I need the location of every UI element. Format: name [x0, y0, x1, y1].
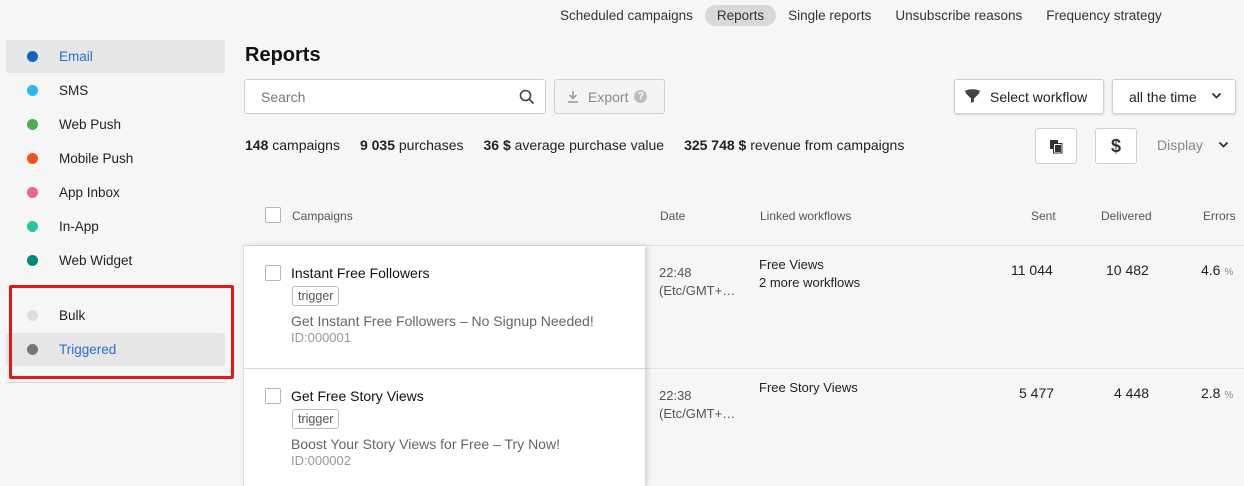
column-header-campaigns[interactable]: Campaigns — [292, 209, 353, 223]
table-header: Campaigns Date Linked workflows Sent Del… — [243, 200, 1244, 232]
web-widget-channel-dot-icon — [27, 255, 38, 266]
campaign-name[interactable]: Instant Free Followers — [291, 265, 430, 281]
campaigns-column: Instant Free Followers trigger Get Insta… — [243, 246, 645, 486]
campaign-id: ID:000001 — [291, 330, 351, 345]
sidebar-item-label: Web Push — [59, 117, 122, 132]
page-title: Reports — [245, 44, 321, 66]
stat-average-purchase: 36 $ average purchase value — [483, 137, 665, 153]
stats-summary: 148 campaigns 9 035 purchases 36 $ avera… — [245, 137, 924, 153]
currency-button[interactable]: $ — [1095, 128, 1137, 164]
campaign-description: Boost Your Story Views for Free – Try No… — [291, 436, 560, 452]
campaign-type-tag: trigger — [292, 286, 340, 306]
select-workflow-button[interactable]: Select workflow — [954, 79, 1104, 114]
help-icon[interactable]: ? — [634, 90, 648, 103]
copy-icon — [1049, 139, 1063, 154]
row-delivered: 4 448 — [1114, 385, 1150, 401]
sidebar-item-web-widget[interactable]: Web Widget — [6, 244, 225, 277]
campaign-row-divider — [244, 368, 645, 369]
sidebar-item-sms[interactable]: SMS — [6, 74, 225, 107]
row-checkbox[interactable] — [265, 388, 281, 404]
sidebar-item-label: Email — [59, 49, 93, 64]
search-box[interactable] — [244, 79, 546, 114]
row-linked-workflow[interactable]: Free Story Views — [759, 380, 858, 395]
sms-channel-dot-icon — [27, 85, 38, 96]
dollar-icon: $ — [1110, 135, 1121, 156]
chevron-down-icon — [1211, 92, 1222, 100]
sidebar-item-label: Mobile Push — [59, 151, 134, 166]
column-header-linked-workflows[interactable]: Linked workflows — [760, 209, 851, 223]
tab-scheduled-campaigns[interactable]: Scheduled campaigns — [548, 5, 705, 26]
period-select[interactable]: all the time — [1112, 79, 1236, 114]
column-header-sent[interactable]: Sent — [1031, 209, 1056, 223]
export-label: Export — [588, 88, 629, 105]
stat-purchases: 9 035 purchases — [359, 137, 464, 153]
triggered-dot-icon — [27, 344, 38, 355]
row-date: 22:48 (Etc/GMT+… — [659, 265, 736, 298]
period-select-value: all the time — [1129, 88, 1197, 105]
campaign-description: Get Instant Free Followers – No Signup N… — [291, 313, 594, 329]
sidebar-item-email[interactable]: Email — [6, 40, 225, 73]
stat-revenue: 325 748 $ revenue from campaigns — [684, 137, 905, 153]
column-header-date[interactable]: Date — [660, 209, 685, 223]
web-push-channel-dot-icon — [27, 119, 38, 130]
sidebar-item-app-inbox[interactable]: App Inbox — [6, 176, 225, 209]
in-app-channel-dot-icon — [27, 221, 38, 232]
row-date: 22:38 (Etc/GMT+… — [659, 388, 736, 421]
bulk-dot-icon — [27, 310, 38, 321]
top-nav: Scheduled campaigns Reports Single repor… — [548, 4, 1174, 26]
row-checkbox[interactable] — [265, 265, 281, 281]
row-sent: 5 477 — [1019, 385, 1055, 401]
search-icon[interactable] — [519, 89, 535, 108]
row-sent: 11 044 — [1011, 262, 1053, 278]
download-icon — [567, 90, 579, 103]
sidebar-item-label: SMS — [59, 83, 89, 98]
display-label: Display — [1157, 137, 1203, 153]
search-input[interactable] — [259, 87, 513, 106]
sidebar-divider — [6, 382, 226, 383]
row-linked-workflow[interactable]: Free Views — [759, 257, 824, 272]
funnel-icon — [964, 89, 981, 104]
column-header-errors[interactable]: Errors — [1203, 209, 1236, 223]
campaign-id: ID:000002 — [291, 453, 351, 468]
select-all-checkbox[interactable] — [265, 207, 281, 223]
mobile-push-channel-dot-icon — [27, 153, 38, 164]
sidebar-item-bulk[interactable]: Bulk — [6, 299, 225, 332]
row-delivered: 10 482 — [1106, 262, 1149, 278]
tab-reports[interactable]: Reports — [704, 4, 777, 26]
select-workflow-label: Select workflow — [990, 88, 1088, 105]
tab-single-reports[interactable]: Single reports — [776, 5, 883, 26]
sidebar-item-label: Bulk — [59, 308, 86, 323]
tab-frequency-strategy[interactable]: Frequency strategy — [1034, 5, 1174, 26]
sidebar-item-mobile-push[interactable]: Mobile Push — [6, 142, 225, 175]
row-more-workflows[interactable]: 2 more workflows — [759, 275, 860, 290]
sidebar-item-label: Triggered — [59, 342, 117, 357]
tab-unsubscribe-reasons[interactable]: Unsubscribe reasons — [883, 5, 1034, 26]
app-inbox-channel-dot-icon — [27, 187, 38, 198]
campaign-type-tag: trigger — [292, 409, 340, 429]
display-dropdown[interactable]: Display — [1157, 137, 1229, 153]
sidebar-item-in-app[interactable]: In-App — [6, 210, 225, 243]
column-header-delivered[interactable]: Delivered — [1101, 209, 1152, 223]
campaign-name[interactable]: Get Free Story Views — [291, 388, 424, 404]
stat-campaigns: 148 campaigns — [245, 137, 340, 153]
email-channel-dot-icon — [27, 51, 38, 62]
sidebar-item-triggered[interactable]: Triggered — [6, 333, 225, 366]
sidebar-item-label: App Inbox — [59, 185, 120, 200]
export-button[interactable]: Export ? — [554, 79, 665, 114]
row-errors: 2.8 % — [1201, 385, 1234, 401]
sidebar-item-label: Web Widget — [59, 253, 133, 268]
chevron-down-icon — [1218, 141, 1229, 149]
sidebar-item-web-push[interactable]: Web Push — [6, 108, 225, 141]
sidebar-item-label: In-App — [59, 219, 99, 234]
row-errors: 4.6 % — [1201, 262, 1234, 278]
copy-button[interactable] — [1035, 128, 1077, 164]
